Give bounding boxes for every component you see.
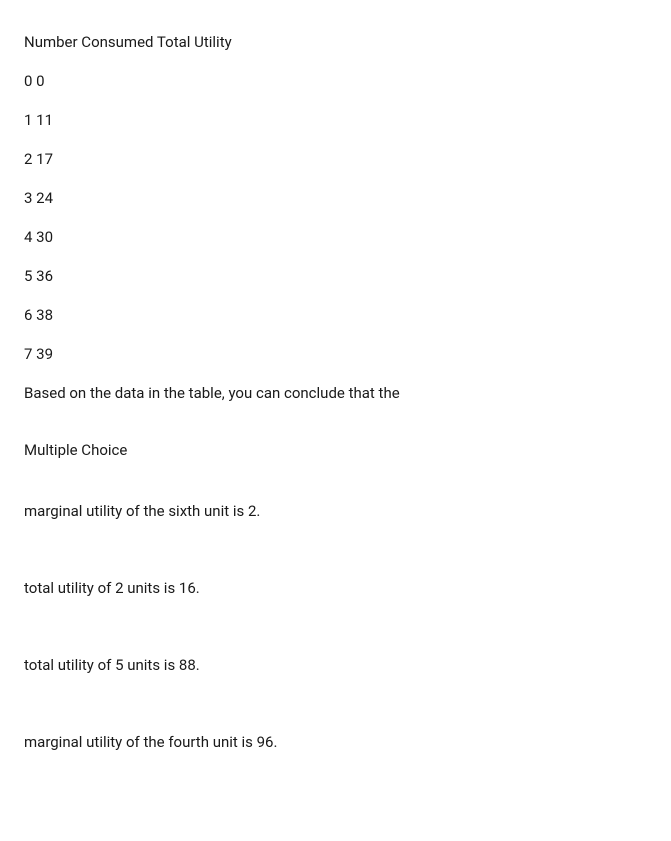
question-text: Based on the data in the table, you can … <box>24 383 647 404</box>
answer-option[interactable]: marginal utility of the fourth unit is 9… <box>24 732 647 753</box>
answer-option[interactable]: total utility of 5 units is 88. <box>24 655 647 676</box>
table-row: 1 11 <box>24 110 647 131</box>
answer-option[interactable]: marginal utility of the sixth unit is 2. <box>24 501 647 522</box>
table-row: 5 36 <box>24 266 647 287</box>
table-header: Number Consumed Total Utility <box>24 32 647 53</box>
table-row: 2 17 <box>24 149 647 170</box>
table-row: 6 38 <box>24 305 647 326</box>
table-row: 0 0 <box>24 71 647 92</box>
answer-option[interactable]: total utility of 2 units is 16. <box>24 578 647 599</box>
table-row: 7 39 <box>24 344 647 365</box>
table-row: 4 30 <box>24 227 647 248</box>
table-row: 3 24 <box>24 188 647 209</box>
multiple-choice-label: Multiple Choice <box>24 440 647 461</box>
